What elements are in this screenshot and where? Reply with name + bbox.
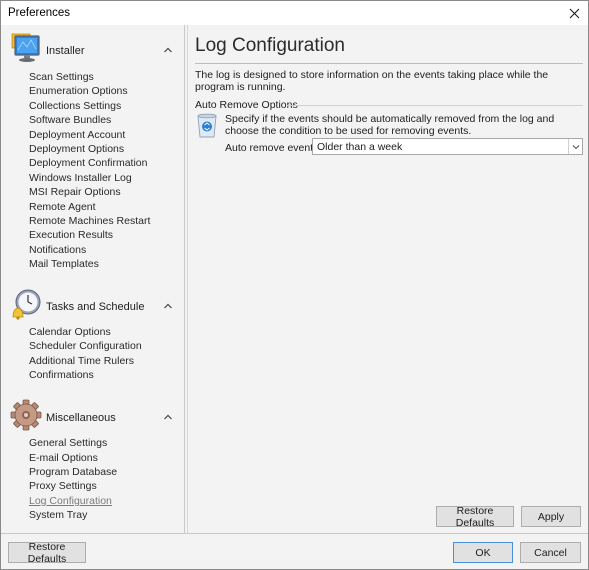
sidebar-item-deployment-account[interactable]: Deployment Account xyxy=(29,129,125,141)
auto-remove-events-label: Auto remove events: xyxy=(225,142,322,154)
sidebar-item-e-mail-options[interactable]: E-mail Options xyxy=(29,452,98,464)
sidebar-item-calendar-options[interactable]: Calendar Options xyxy=(29,326,111,338)
group-label: Installer xyxy=(46,45,85,57)
sidebar-item-execution-results[interactable]: Execution Results xyxy=(29,229,113,241)
page-description: The log is designed to store information… xyxy=(195,69,549,93)
close-icon xyxy=(569,8,579,18)
preferences-window: Preferences Installer Scan Settings Enum… xyxy=(0,0,589,570)
group-label: Miscellaneous xyxy=(46,412,116,424)
group-header-tasks-and-schedule[interactable]: Tasks and Schedule xyxy=(9,287,177,327)
sidebar-item-general-settings[interactable]: General Settings xyxy=(29,437,107,449)
cancel-button[interactable]: Cancel xyxy=(520,542,581,563)
chevron-up-icon[interactable] xyxy=(163,45,173,55)
sidebar: Installer Scan Settings Enumeration Opti… xyxy=(1,25,185,533)
sidebar-item-collections-settings[interactable]: Collections Settings xyxy=(29,100,121,112)
group-header-miscellaneous[interactable]: Miscellaneous xyxy=(9,398,177,438)
section-divider xyxy=(287,105,583,106)
dialog-footer: Restore Defaults OK Cancel xyxy=(1,533,588,569)
ok-button[interactable]: OK xyxy=(453,542,513,563)
title-divider xyxy=(195,63,583,64)
auto-remove-events-select[interactable]: Older than a week xyxy=(312,138,583,155)
apply-button[interactable]: Apply xyxy=(521,506,581,527)
sidebar-item-notifications[interactable]: Notifications xyxy=(29,244,86,256)
sidebar-item-scan-settings[interactable]: Scan Settings xyxy=(29,71,94,83)
sidebar-item-remote-machines-restart[interactable]: Remote Machines Restart xyxy=(29,215,150,227)
gear-icon xyxy=(10,399,42,431)
monitor-icon xyxy=(11,33,40,62)
sidebar-item-enumeration-options[interactable]: Enumeration Options xyxy=(29,85,128,97)
sidebar-item-system-tray[interactable]: System Tray xyxy=(29,509,87,521)
sidebar-item-proxy-settings[interactable]: Proxy Settings xyxy=(29,480,97,492)
chevron-up-icon[interactable] xyxy=(163,301,173,311)
recycle-bin-icon xyxy=(197,113,217,138)
content-panel: Log Configuration The log is designed to… xyxy=(187,25,588,533)
chevron-down-icon xyxy=(572,144,579,149)
page-title: Log Configuration xyxy=(195,35,345,56)
sidebar-item-msi-repair-options[interactable]: MSI Repair Options xyxy=(29,186,121,198)
restore-defaults-button[interactable]: Restore Defaults xyxy=(436,505,514,529)
section-label: Auto Remove Options xyxy=(195,99,298,111)
footer-restore-defaults-button[interactable]: Restore Defaults xyxy=(8,541,86,565)
sidebar-item-log-configuration[interactable]: Log Configuration xyxy=(29,495,112,507)
title-bar: Preferences xyxy=(1,1,588,25)
group-label: Tasks and Schedule xyxy=(46,301,145,313)
window-title: Preferences xyxy=(8,7,71,19)
dropdown-button[interactable] xyxy=(568,139,582,154)
group-header-installer[interactable]: Installer xyxy=(9,31,177,71)
sidebar-item-scheduler-configuration[interactable]: Scheduler Configuration xyxy=(29,340,142,352)
clock-bell-icon xyxy=(12,289,41,320)
sidebar-item-additional-time-rulers[interactable]: Additional Time Rulers xyxy=(29,355,134,367)
sidebar-item-mail-templates[interactable]: Mail Templates xyxy=(29,258,99,270)
chevron-up-icon[interactable] xyxy=(163,412,173,422)
close-button[interactable] xyxy=(564,3,584,23)
sidebar-item-deployment-confirmation[interactable]: Deployment Confirmation xyxy=(29,157,147,169)
selected-value: Older than a week xyxy=(317,141,403,153)
sidebar-item-software-bundles[interactable]: Software Bundles xyxy=(29,114,111,126)
sidebar-item-program-database[interactable]: Program Database xyxy=(29,466,117,478)
sidebar-item-windows-installer-log[interactable]: Windows Installer Log xyxy=(29,172,132,184)
section-description: Specify if the events should be automati… xyxy=(225,113,555,137)
sidebar-item-confirmations[interactable]: Confirmations xyxy=(29,369,94,381)
sidebar-item-remote-agent[interactable]: Remote Agent xyxy=(29,201,96,213)
sidebar-item-deployment-options[interactable]: Deployment Options xyxy=(29,143,124,155)
